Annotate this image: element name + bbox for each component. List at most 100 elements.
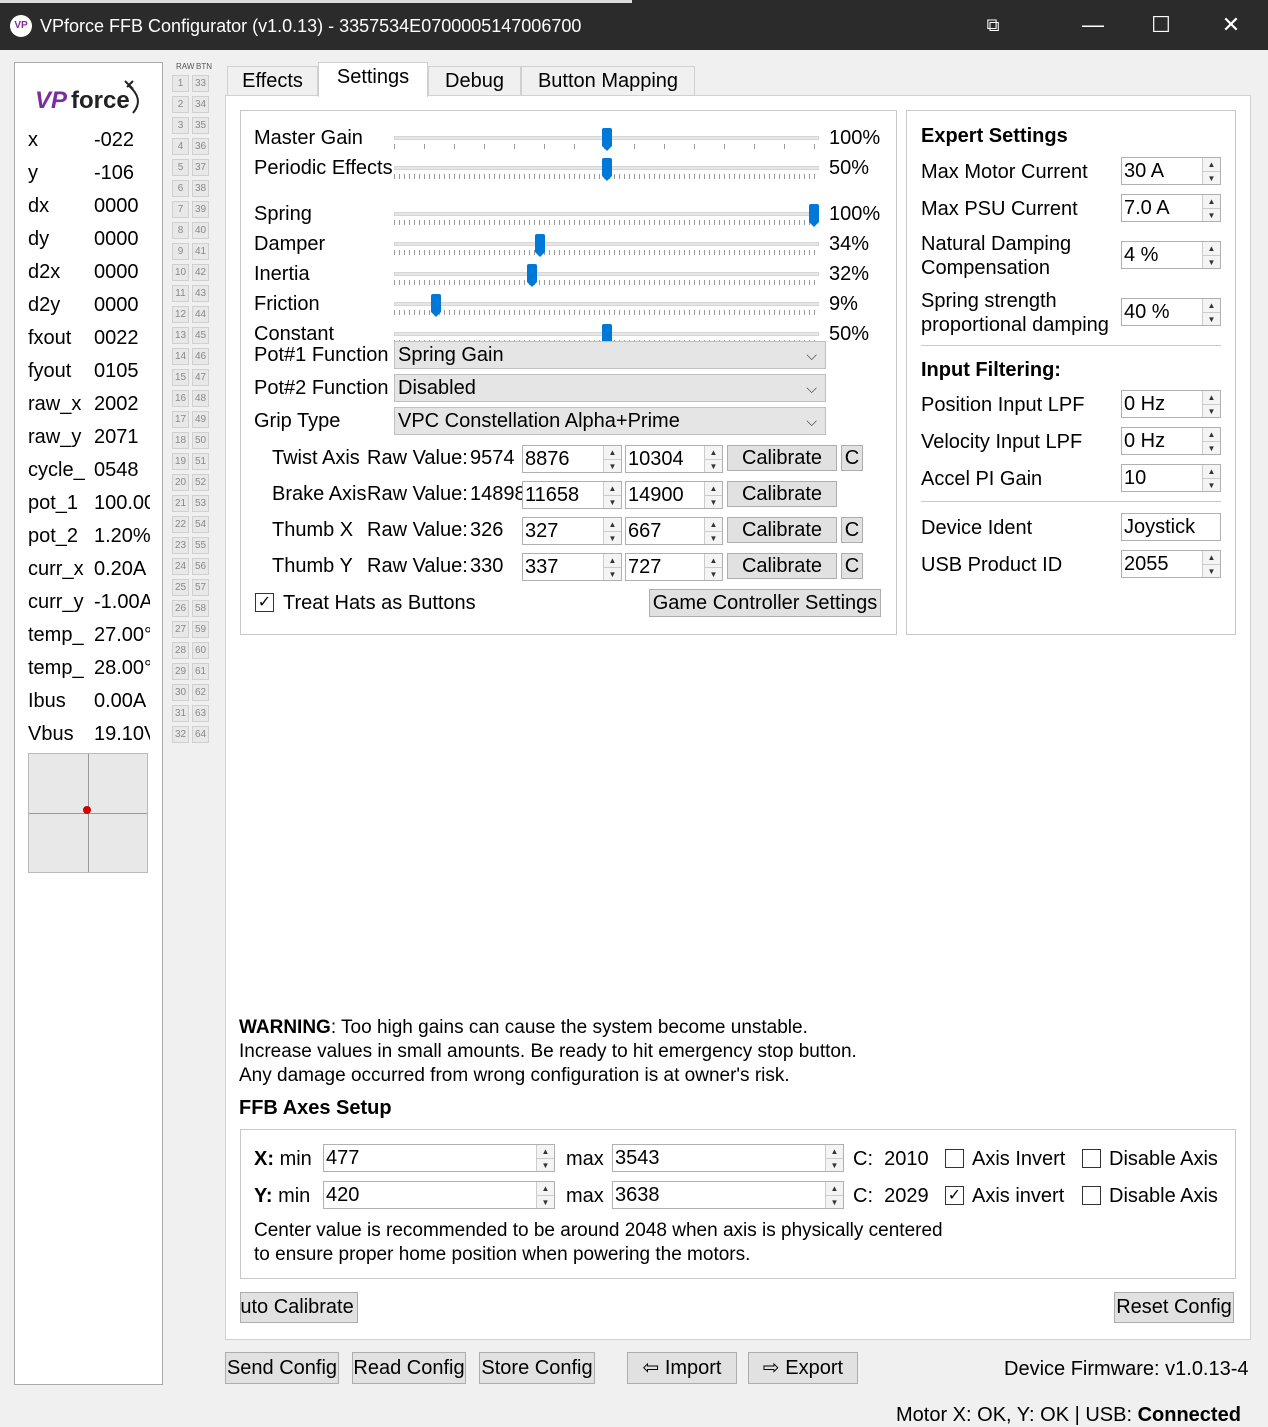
snap-layout-icon[interactable]: ⧉: [958, 0, 1028, 50]
slider-thumb[interactable]: [526, 264, 537, 287]
treat-hats-checkbox[interactable]: ✓: [255, 593, 274, 612]
axis-max-input[interactable]: 10304 ▲ ▼: [625, 445, 723, 473]
effect-slider[interactable]: [394, 158, 819, 182]
axis-min-input[interactable]: 11658 ▲ ▼: [522, 481, 622, 509]
x-max-label: max: [566, 1148, 604, 1170]
spring-damping-label-2: proportional damping: [921, 314, 1109, 336]
axis-name: Thumb Y: [272, 555, 353, 577]
close-button[interactable]: ✕: [1196, 0, 1266, 50]
slider-value: 9%: [829, 293, 858, 315]
pot1-function-select[interactable]: Spring Gain ⌵: [394, 341, 826, 369]
pot2-function-select[interactable]: Disabled ⌵: [394, 374, 826, 402]
x-max-input[interactable]: 3543 ▲ ▼: [612, 1144, 844, 1172]
pot1-label: Pot#1 Function: [254, 344, 389, 366]
button-indicator: 2: [172, 96, 189, 113]
effect-slider[interactable]: [394, 128, 819, 152]
button-indicator: 57: [192, 579, 209, 596]
maximize-button[interactable]: ☐: [1126, 0, 1196, 50]
minimize-button[interactable]: —: [1058, 0, 1128, 50]
tab-effects[interactable]: Effects: [227, 66, 318, 96]
effect-slider[interactable]: [394, 294, 819, 318]
y-disable-axis-checkbox[interactable]: [1082, 1186, 1101, 1205]
reset-config-button[interactable]: Reset Config: [1114, 1292, 1234, 1323]
calibrate-button[interactable]: Calibrate: [727, 445, 837, 471]
slider-thumb[interactable]: [601, 158, 612, 181]
tab-button-mapping[interactable]: Button Mapping: [521, 66, 695, 96]
tab-settings[interactable]: Settings: [318, 62, 428, 97]
center-button[interactable]: C: [841, 553, 863, 579]
button-indicator: 56: [192, 558, 209, 575]
calibrate-button[interactable]: Calibrate: [727, 517, 837, 543]
slider-thumb[interactable]: [535, 234, 546, 257]
max-motor-current-label: Max Motor Current: [921, 161, 1088, 183]
import-button[interactable]: ⇦ Import: [627, 1352, 737, 1384]
axis-max-input[interactable]: 727 ▲ ▼: [625, 553, 723, 581]
x-disable-axis-checkbox[interactable]: [1082, 1149, 1101, 1168]
status-row: raw_y 2071: [28, 426, 150, 456]
x-min-input[interactable]: 477 ▲ ▼: [323, 1144, 555, 1172]
status-value: 0022: [94, 327, 139, 349]
tab-debug[interactable]: Debug: [428, 66, 521, 96]
button-indicator: 45: [192, 327, 209, 344]
slider-thumb[interactable]: [431, 294, 442, 317]
read-config-button[interactable]: Read Config: [352, 1352, 466, 1384]
position-lpf-input[interactable]: 0 Hz ▲ ▼: [1121, 390, 1221, 418]
axis-min-input[interactable]: 8876 ▲ ▼: [522, 445, 622, 473]
auto-calibrate-button[interactable]: Auto Calibrate: [240, 1292, 358, 1323]
button-indicator: 40: [192, 222, 209, 239]
device-ident-input[interactable]: Joystick: [1121, 513, 1221, 541]
velocity-lpf-input[interactable]: 0 Hz ▲ ▼: [1121, 427, 1221, 455]
export-button[interactable]: ⇨ Export: [748, 1352, 858, 1384]
status-value: 0548: [94, 459, 139, 481]
status-row: d2x 0000: [28, 261, 150, 291]
y-max-input[interactable]: 3638 ▲ ▼: [612, 1181, 844, 1209]
axis-name: Brake Axis: [272, 483, 367, 505]
button-indicator: 30: [172, 684, 189, 701]
center-button[interactable]: C: [841, 517, 863, 543]
spring-damping-input[interactable]: 40 % ▲ ▼: [1121, 298, 1221, 326]
slider-label: Friction: [254, 293, 320, 315]
x-disable-axis-label: Disable Axis: [1109, 1148, 1218, 1170]
button-indicator: 19: [172, 453, 189, 470]
status-row: y -106: [28, 162, 150, 192]
button-indicator: 20: [172, 474, 189, 491]
accel-gain-input[interactable]: 10 ▲ ▼: [1121, 464, 1221, 492]
axis-min-input[interactable]: 337 ▲ ▼: [522, 553, 622, 581]
center-button[interactable]: C: [841, 445, 863, 471]
button-indicator: 37: [192, 159, 209, 176]
button-indicator: 60: [192, 642, 209, 659]
effect-slider[interactable]: [394, 204, 819, 228]
axis-max-input[interactable]: 14900 ▲ ▼: [625, 481, 723, 509]
status-key: fyout: [28, 360, 72, 382]
button-indicator: 36: [192, 138, 209, 155]
store-config-button[interactable]: Store Config: [479, 1352, 595, 1384]
max-motor-current-input[interactable]: 30 A ▲ ▼: [1121, 157, 1221, 185]
effect-slider[interactable]: [394, 234, 819, 258]
calibrate-button[interactable]: Calibrate: [727, 481, 837, 507]
position-lpf-label: Position Input LPF: [921, 394, 1085, 416]
natural-damping-input[interactable]: 4 % ▲ ▼: [1121, 241, 1221, 269]
status-key: y: [28, 162, 38, 184]
divider: [921, 345, 1221, 346]
button-indicator: 38: [192, 180, 209, 197]
y-axis-invert-checkbox[interactable]: ✓: [945, 1186, 964, 1205]
axis-max-input[interactable]: 667 ▲ ▼: [625, 517, 723, 545]
raw-value: 14898: [470, 483, 522, 505]
send-config-button[interactable]: Send Config: [225, 1352, 339, 1384]
effect-slider[interactable]: [394, 264, 819, 288]
game-controller-settings-button[interactable]: Game Controller Settings: [649, 589, 881, 617]
status-bar: Motor X: OK, Y: OK | USB: Connected: [896, 1404, 1241, 1426]
usb-product-id-input[interactable]: 2055 ▲ ▼: [1121, 550, 1221, 578]
slider-thumb[interactable]: [809, 204, 819, 227]
natural-damping-label-2: Compensation: [921, 257, 1050, 279]
y-min-input[interactable]: 420 ▲ ▼: [323, 1181, 555, 1209]
status-key: temp_: [28, 624, 84, 646]
axis-min-input[interactable]: 327 ▲ ▼: [522, 517, 622, 545]
grip-type-select[interactable]: VPC Constellation Alpha+Prime ⌵: [394, 407, 826, 435]
max-psu-current-input[interactable]: 7.0 A ▲ ▼: [1121, 194, 1221, 222]
calibrate-button[interactable]: Calibrate: [727, 553, 837, 579]
slider-thumb[interactable]: [601, 128, 612, 151]
slider-thumb[interactable]: [601, 324, 612, 347]
status-row: raw_x 2002: [28, 393, 150, 423]
x-axis-invert-checkbox[interactable]: [945, 1149, 964, 1168]
